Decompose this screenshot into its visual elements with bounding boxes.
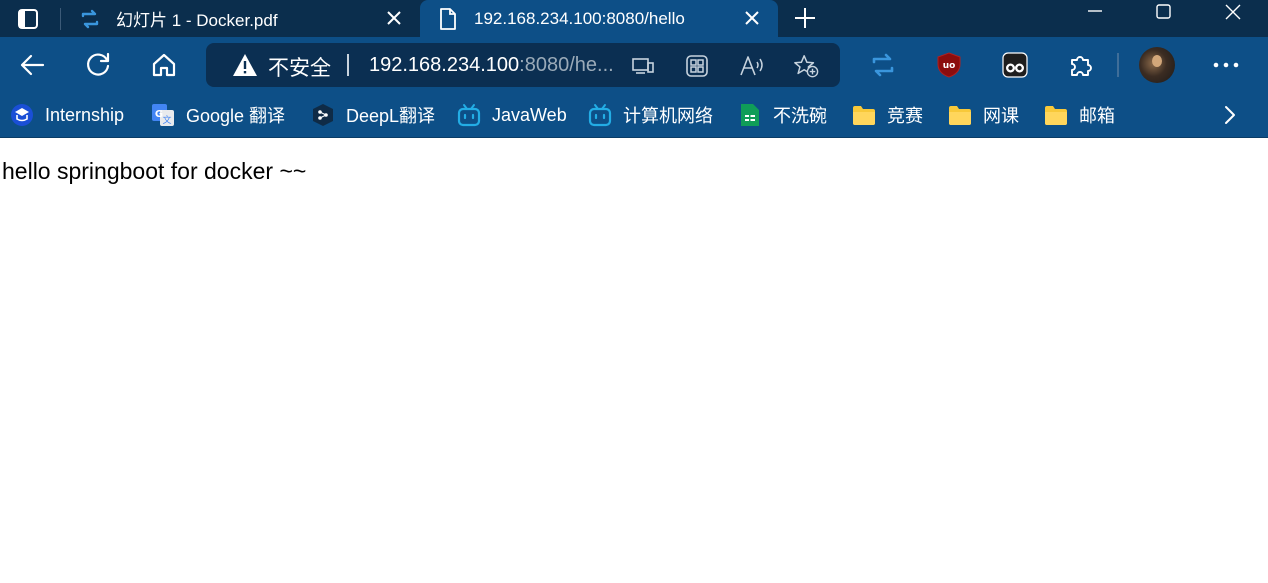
sheets-icon xyxy=(738,103,762,127)
back-button[interactable] xyxy=(16,49,48,81)
bookmark-google-translate[interactable]: G 文 Google 翻译 xyxy=(151,103,285,127)
app-available-icon[interactable] xyxy=(630,53,656,79)
bookmark-label: 计算机网络 xyxy=(623,106,713,126)
close-icon xyxy=(1225,4,1241,20)
new-tab-button[interactable] xyxy=(791,4,819,32)
close-tab-icon[interactable] xyxy=(740,6,764,30)
collections-grid-icon[interactable] xyxy=(684,53,710,79)
puzzle-icon xyxy=(1071,56,1092,76)
folder-icon xyxy=(852,103,876,127)
sync-extension-button[interactable] xyxy=(867,49,899,81)
tampermonkey-icon xyxy=(1002,52,1028,78)
bookmark-label: 竞赛 xyxy=(887,106,923,126)
omnibox-divider xyxy=(347,54,349,76)
bookmark-internship[interactable]: Internship xyxy=(10,103,124,127)
tab-separator xyxy=(60,8,61,30)
page-icon xyxy=(436,7,460,31)
url-path: :8080/he... xyxy=(519,54,614,76)
bilibili-icon xyxy=(457,103,481,127)
svg-text:文: 文 xyxy=(162,114,171,126)
bookmark-deepl[interactable]: DeepL翻译 xyxy=(311,103,435,127)
address-bar[interactable]: 不安全 192.168.234.100:8080/he... xyxy=(206,43,840,87)
close-window-button[interactable] xyxy=(1210,0,1256,24)
toolbar-separator xyxy=(1117,53,1119,77)
tampermonkey-extension-button[interactable] xyxy=(999,49,1031,81)
refresh-button[interactable] xyxy=(82,49,114,81)
bookmark-javaweb[interactable]: JavaWeb xyxy=(457,103,567,127)
bookmark-label: DeepL翻译 xyxy=(346,106,436,126)
bilibili-icon xyxy=(588,103,612,127)
profile-avatar[interactable] xyxy=(1139,47,1175,83)
ublock-shield-icon: uo xyxy=(937,52,961,78)
bookmarks-bar: Internship G 文 Google 翻译 DeepL翻译 JavaWeb… xyxy=(0,93,1268,138)
chevron-right-icon xyxy=(1225,106,1235,124)
warning-icon[interactable] xyxy=(232,53,258,77)
folder-icon xyxy=(948,103,972,127)
back-arrow-icon xyxy=(20,54,45,76)
tab-title: 幻灯片 1 - Docker.pdf xyxy=(116,11,278,30)
tab-docker-pdf[interactable]: 幻灯片 1 - Docker.pdf xyxy=(62,0,420,37)
home-icon xyxy=(152,53,176,77)
svg-text:uo: uo xyxy=(943,61,956,71)
security-label[interactable]: 不安全 xyxy=(268,52,331,82)
bookmark-folder-online-course[interactable]: 网课 xyxy=(948,103,1019,127)
page-content: hello springboot for docker ~~ xyxy=(0,138,1268,583)
deepl-icon xyxy=(311,103,335,127)
bookmark-label: 不洗碗 xyxy=(773,106,827,126)
add-favorite-icon[interactable] xyxy=(793,53,819,79)
bookmark-buxiwan[interactable]: 不洗碗 xyxy=(738,103,827,127)
bookmark-label: 网课 xyxy=(983,106,1019,126)
bookmark-computer-network[interactable]: 计算机网络 xyxy=(588,103,713,127)
tab-strip: 幻灯片 1 - Docker.pdf 192.168.234.100:8080/… xyxy=(0,0,1268,37)
pdf-sync-icon xyxy=(78,7,102,31)
sync-icon xyxy=(872,53,894,77)
close-tab-icon[interactable] xyxy=(382,6,406,30)
internship-icon xyxy=(10,103,34,127)
minimize-button[interactable] xyxy=(1072,0,1118,24)
page-body-text: hello springboot for docker ~~ xyxy=(2,158,307,184)
tab-actions-icon xyxy=(18,8,38,29)
bookmark-label: JavaWeb xyxy=(492,104,567,125)
tab-hello[interactable]: 192.168.234.100:8080/hello xyxy=(420,0,778,37)
bookmark-label: Internship xyxy=(45,104,125,125)
google-translate-icon: G 文 xyxy=(151,103,175,127)
bookmark-label: Google 翻译 xyxy=(186,106,286,126)
tab-title: 192.168.234.100:8080/hello xyxy=(474,8,685,28)
bookmark-folder-competition[interactable]: 竞赛 xyxy=(852,103,923,127)
tab-actions-button[interactable] xyxy=(0,0,56,37)
extensions-button[interactable] xyxy=(1065,49,1097,81)
minimize-icon xyxy=(1088,10,1102,12)
settings-more-button[interactable] xyxy=(1210,49,1242,81)
restore-button[interactable] xyxy=(1140,0,1186,24)
plus-icon xyxy=(795,8,815,28)
url-text[interactable]: 192.168.234.100:8080/he... xyxy=(369,54,614,77)
bookmark-label: 邮箱 xyxy=(1079,106,1115,126)
read-aloud-icon[interactable] xyxy=(739,53,765,79)
bookmark-folder-mailbox[interactable]: 邮箱 xyxy=(1044,103,1115,127)
refresh-icon xyxy=(87,52,110,76)
folder-icon xyxy=(1044,103,1068,127)
toolbar: 不安全 192.168.234.100:8080/he... uo xyxy=(0,37,1268,93)
home-button[interactable] xyxy=(148,49,180,81)
url-host: 192.168.234.100 xyxy=(369,54,520,76)
ublock-extension-button[interactable]: uo xyxy=(933,49,965,81)
more-bookmarks-button[interactable] xyxy=(1218,103,1242,127)
restore-icon xyxy=(1156,4,1171,19)
more-dots-icon xyxy=(1213,62,1239,68)
